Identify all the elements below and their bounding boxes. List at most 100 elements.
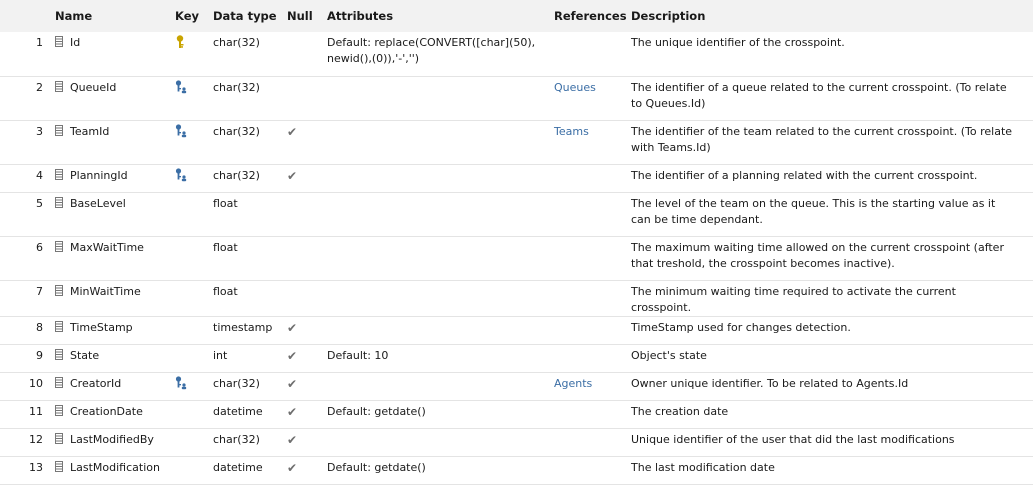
column-icon [55, 376, 63, 388]
attributes-cell: Default: getdate() [327, 399, 554, 428]
description-cell: The minimum waiting time required to act… [631, 279, 1033, 316]
table-row[interactable]: 1 Id char(32) Default: replace(CONVERT([cha… [0, 32, 1033, 76]
table-row[interactable]: 5 BaseLevel float The level of the team on … [0, 191, 1033, 236]
header-datatype[interactable]: Data type [213, 0, 287, 32]
column-name[interactable]: PlanningId [70, 169, 128, 182]
key-cell [175, 191, 213, 236]
column-name[interactable]: Id [70, 36, 80, 49]
table-row[interactable]: 11 CreationDate datetime ✔ Default: getdate(… [0, 399, 1033, 428]
column-name-cell: TeamId [55, 119, 175, 164]
datatype-cell: float [213, 279, 287, 316]
key-cell [175, 455, 213, 485]
reference-link[interactable]: Teams [554, 125, 589, 138]
column-name[interactable]: MinWaitTime [70, 285, 141, 298]
column-name[interactable]: LastModifiedBy [70, 433, 154, 446]
row-number: 2 [0, 75, 55, 120]
description-cell: Object's state [631, 343, 1033, 372]
column-name[interactable]: BaseLevel [70, 197, 126, 210]
column-name[interactable]: LastModification [70, 461, 160, 474]
check-icon: ✔ [287, 124, 298, 139]
description-cell: The unique identifier of the crosspoint. [631, 36, 845, 49]
column-name-cell: QueueId [55, 75, 175, 120]
table-row[interactable]: 9 State int ✔ Default: 10 Object's state [0, 343, 1033, 372]
attributes-cell [327, 427, 554, 456]
column-icon [55, 348, 63, 360]
references-cell [554, 427, 631, 456]
attributes-cell [327, 191, 554, 236]
column-name-cell: MinWaitTime [55, 279, 175, 316]
null-cell: ✔ [287, 163, 327, 192]
key-cell [175, 32, 213, 76]
key-cell [175, 279, 213, 316]
column-name[interactable]: TimeStamp [70, 321, 133, 334]
column-icon [55, 432, 63, 444]
column-icon [55, 284, 63, 296]
column-name[interactable]: CreatorId [70, 377, 121, 390]
null-cell: ✔ [287, 315, 327, 344]
table-row[interactable]: 13 LastModification datetime ✔ Default: getd… [0, 455, 1033, 485]
key-cell [175, 315, 213, 344]
check-icon: ✔ [287, 320, 298, 335]
references-cell: Agents [554, 371, 631, 400]
reference-link[interactable]: Queues [554, 81, 596, 94]
table-row[interactable]: 6 MaxWaitTime float The maximum waiting tim… [0, 235, 1033, 280]
table-row[interactable]: 4 PlanningId char(32) ✔ The identifier of a … [0, 163, 1033, 192]
primary-key-icon [175, 35, 187, 49]
column-name[interactable]: State [70, 349, 99, 362]
null-cell: ✔ [287, 343, 327, 372]
datatype-cell: char(32) [213, 427, 287, 456]
null-cell [287, 279, 327, 316]
column-name-cell: TimeStamp [55, 315, 175, 344]
row-number: 11 [0, 399, 55, 428]
header-description[interactable]: Description [631, 0, 1033, 32]
header-name[interactable]: Name [55, 0, 175, 32]
description-cell: The creation date [631, 399, 1033, 428]
null-cell: ✔ [287, 455, 327, 485]
datatype-cell: char(32) [213, 119, 287, 164]
column-name[interactable]: QueueId [70, 81, 116, 94]
description-cell: The identifier of the team related to th… [631, 119, 1033, 164]
table-row[interactable]: 2 QueueId char(32) Queues The identifier of … [0, 75, 1033, 120]
references-cell [554, 32, 631, 76]
header-null[interactable]: Null [287, 0, 327, 32]
column-name[interactable]: CreationDate [70, 405, 143, 418]
key-cell [175, 119, 213, 164]
reference-link[interactable]: Agents [554, 377, 592, 390]
references-cell [554, 191, 631, 236]
check-icon: ✔ [287, 404, 298, 419]
table-row[interactable]: 7 MinWaitTime float The minimum waiting tim… [0, 279, 1033, 316]
datatype-cell: float [213, 235, 287, 280]
column-icon [55, 320, 63, 332]
column-name[interactable]: MaxWaitTime [70, 241, 144, 254]
column-name-cell: State [55, 343, 175, 372]
header-key[interactable]: Key [175, 0, 213, 32]
row-number: 8 [0, 315, 55, 344]
column-name-cell: PlanningId [55, 163, 175, 192]
column-name[interactable]: TeamId [70, 125, 109, 138]
datatype-cell: char(32) [213, 36, 260, 49]
null-cell: ✔ [287, 427, 327, 456]
column-name-cell: CreationDate [55, 399, 175, 428]
check-icon: ✔ [287, 376, 298, 391]
null-cell: ✔ [287, 119, 327, 164]
header-number [0, 0, 55, 32]
table-row[interactable]: 3 TeamId char(32) ✔ Teams The identifier of t… [0, 119, 1033, 164]
key-cell [175, 235, 213, 280]
attributes-cell [327, 235, 554, 280]
description-cell: The level of the team on the queue. This… [631, 191, 1033, 236]
check-icon: ✔ [287, 168, 298, 183]
key-cell [175, 75, 213, 120]
check-icon: ✔ [287, 460, 298, 475]
table-row[interactable]: 8 TimeStamp timestamp ✔ TimeStamp used for c… [0, 315, 1033, 344]
references-cell [554, 279, 631, 316]
null-cell [287, 75, 327, 120]
null-cell [287, 235, 327, 280]
header-references[interactable]: References [554, 0, 631, 32]
table-row[interactable]: 12 LastModifiedBy char(32) ✔ Unique identifi… [0, 427, 1033, 456]
table-row[interactable]: 10 CreatorId char(32) ✔ Agents Owner unique i… [0, 371, 1033, 400]
description-cell: Unique identifier of the user that did t… [631, 427, 1033, 456]
datatype-cell: datetime [213, 455, 287, 485]
datatype-cell: int [213, 343, 287, 372]
row-number: 7 [0, 279, 55, 316]
header-attributes[interactable]: Attributes [327, 0, 554, 32]
